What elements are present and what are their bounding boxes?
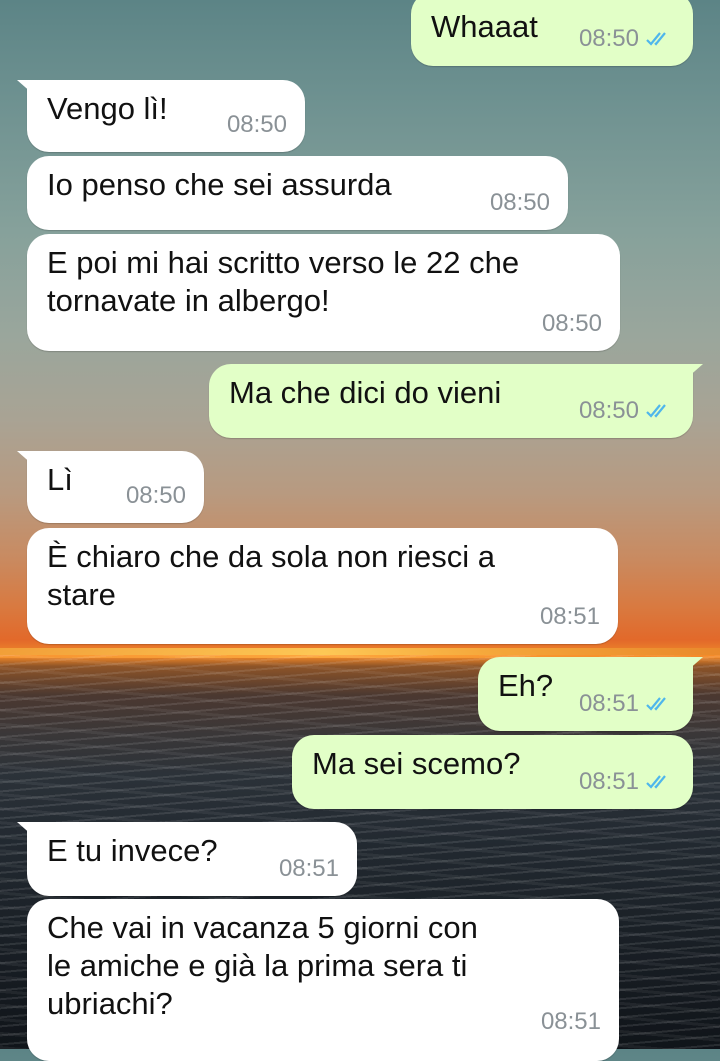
- message-list[interactable]: Whaaat 08:50 Vengo lì! 08:50 Io penso ch…: [0, 0, 720, 1061]
- message-time: 08:50: [541, 310, 602, 337]
- message-meta: 08:51: [579, 763, 675, 801]
- message-time: 08:51: [578, 690, 639, 717]
- incoming-message[interactable]: Io penso che sei assurda 08:50: [27, 156, 568, 230]
- message-meta: 08:51: [541, 1003, 601, 1041]
- incoming-message[interactable]: E tu invece? 08:51: [17, 822, 357, 896]
- message-time: 08:51: [540, 1008, 601, 1035]
- message-text: Ma che dici do vieni: [229, 375, 502, 410]
- message-text: Che vai in vacanza 5 giorni con le amich…: [47, 910, 478, 1021]
- message-meta: 08:50: [490, 184, 550, 222]
- message-meta: 08:50: [579, 20, 675, 58]
- message-time: 08:50: [578, 397, 639, 424]
- double-check-icon: [645, 695, 675, 713]
- message-text: Whaaat: [431, 9, 538, 44]
- bubble-tail: [17, 822, 33, 836]
- incoming-message[interactable]: Lì 08:50: [17, 451, 204, 523]
- message-time: 08:50: [578, 25, 639, 52]
- double-check-icon: [645, 30, 675, 48]
- message-time: 08:51: [539, 603, 600, 630]
- message-meta: 08:50: [542, 305, 602, 343]
- message-time: 08:50: [226, 111, 287, 138]
- message-time: 08:51: [278, 855, 339, 882]
- outgoing-message[interactable]: Eh? 08:51: [478, 657, 703, 731]
- incoming-message[interactable]: Vengo lì! 08:50: [17, 80, 305, 152]
- incoming-message[interactable]: E poi mi hai scritto verso le 22 che tor…: [27, 234, 620, 351]
- outgoing-message[interactable]: Ma che dici do vieni 08:50: [209, 364, 703, 438]
- outgoing-message[interactable]: Whaaat 08:50: [411, 0, 693, 66]
- message-meta: 08:51: [279, 850, 339, 888]
- message-text: Io penso che sei assurda: [47, 167, 392, 202]
- incoming-message[interactable]: È chiaro che da sola non riesci a stare …: [27, 528, 618, 644]
- incoming-message[interactable]: Che vai in vacanza 5 giorni con le amich…: [27, 899, 619, 1061]
- message-meta: 08:50: [579, 392, 675, 430]
- message-text: E poi mi hai scritto verso le 22 che tor…: [47, 245, 520, 318]
- message-meta: 08:50: [227, 106, 287, 144]
- message-meta: 08:50: [126, 477, 186, 515]
- message-meta: 08:51: [579, 685, 675, 723]
- double-check-icon: [645, 402, 675, 420]
- message-text: Vengo lì!: [47, 91, 168, 126]
- bubble-tail: [17, 80, 33, 94]
- message-text: Lì: [47, 462, 73, 497]
- message-time: 08:51: [578, 768, 639, 795]
- bubble-tail: [17, 451, 33, 465]
- message-time: 08:50: [125, 482, 186, 509]
- bubble-tail: [687, 364, 703, 378]
- bubble-tail: [687, 657, 703, 671]
- message-text: Ma sei scemo?: [312, 746, 521, 781]
- message-meta: 08:51: [540, 598, 600, 636]
- message-time: 08:50: [489, 189, 550, 216]
- message-text: E tu invece?: [47, 833, 218, 868]
- double-check-icon: [645, 773, 675, 791]
- message-text: È chiaro che da sola non riesci a stare: [47, 539, 496, 612]
- message-text: Eh?: [498, 668, 554, 703]
- outgoing-message[interactable]: Ma sei scemo? 08:51: [292, 735, 693, 809]
